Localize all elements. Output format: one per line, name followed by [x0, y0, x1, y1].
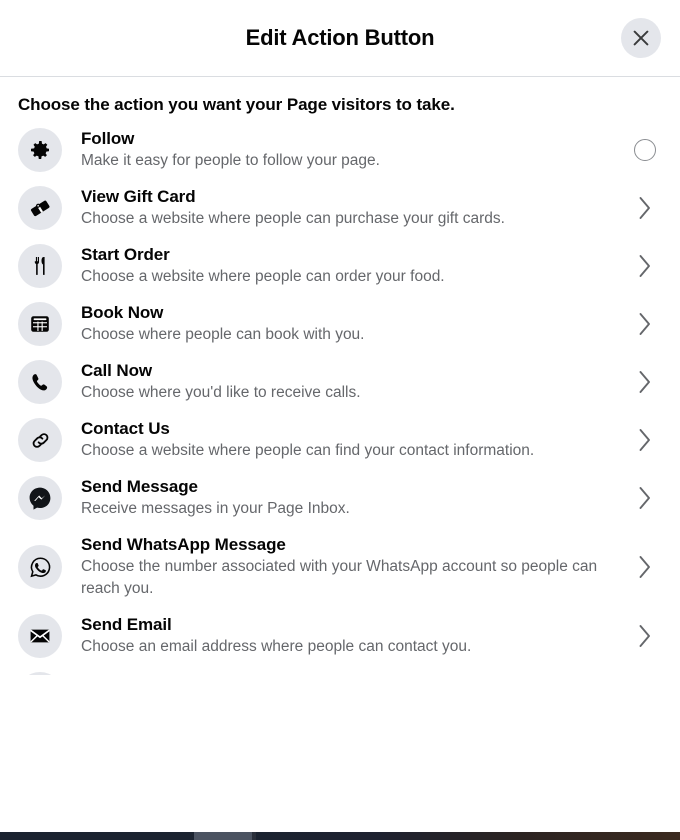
edit-action-button-dialog: Edit Action Button Choose the action you… [0, 0, 680, 840]
close-button[interactable] [621, 18, 661, 58]
option-row-start-order[interactable]: Start Order Choose a website where peopl… [0, 237, 680, 295]
taskbar-segment-left [0, 832, 194, 840]
option-title: Send Message [81, 477, 198, 496]
option-title: Send Email [81, 615, 172, 634]
close-icon [632, 29, 650, 47]
messenger-icon [18, 476, 62, 520]
taskbar-segment-active [194, 832, 252, 840]
calendar-icon [18, 302, 62, 346]
dialog-header: Edit Action Button [0, 0, 680, 77]
section-subtitle: Choose the action you want your Page vis… [18, 95, 455, 114]
chevron-right-icon[interactable] [630, 253, 660, 279]
option-description: Receive messages in your Page Inbox. [81, 500, 350, 517]
gift-card-icon [18, 186, 62, 230]
option-text: Start Order Choose a website where peopl… [81, 244, 630, 288]
option-title: Book Now [81, 303, 164, 322]
option-description: Choose a website where people can find y… [81, 442, 535, 459]
option-row-send-email[interactable]: Send Email Choose an email address where… [0, 607, 680, 665]
option-trailing[interactable] [630, 139, 660, 161]
option-text: Call Now Choose where you'd like to rece… [81, 360, 630, 404]
chevron-right-icon[interactable] [630, 369, 660, 395]
option-row-partial[interactable] [0, 665, 680, 675]
chevron-right-icon[interactable] [630, 623, 660, 649]
option-description: Choose a website where people can purcha… [81, 210, 505, 227]
option-row-view-gift-card[interactable]: View Gift Card Choose a website where pe… [0, 179, 680, 237]
page-title: Edit Action Button [245, 25, 435, 50]
option-row-send-whatsapp-message[interactable]: Send WhatsApp Message Choose the number … [0, 527, 680, 607]
option-title: Call Now [81, 361, 152, 380]
option-row-call-now[interactable]: Call Now Choose where you'd like to rece… [0, 353, 680, 411]
option-description: Choose a website where people can order … [81, 268, 445, 285]
chevron-right-icon[interactable] [630, 195, 660, 221]
option-description: Choose an email address where people can… [81, 638, 472, 655]
option-text: Send Email Choose an email address where… [81, 614, 630, 658]
os-taskbar-strip [0, 832, 680, 840]
option-text: Contact Us Choose a website where people… [81, 418, 630, 462]
option-row-book-now[interactable]: Book Now Choose where people can book wi… [0, 295, 680, 353]
chevron-right-icon[interactable] [630, 427, 660, 453]
radio-button-follow[interactable] [634, 139, 656, 161]
option-title: Follow [81, 129, 135, 148]
option-description: Make it easy for people to follow your p… [81, 152, 380, 169]
option-description: Choose where you'd like to receive calls… [81, 384, 361, 401]
partial-icon [18, 672, 62, 675]
envelope-icon [18, 614, 62, 658]
option-row-contact-us[interactable]: Contact Us Choose a website where people… [0, 411, 680, 469]
option-row-send-message[interactable]: Send Message Receive messages in your Pa… [0, 469, 680, 527]
taskbar-segment-right [256, 832, 680, 840]
option-description: Choose where people can book with you. [81, 326, 365, 343]
option-text: Send WhatsApp Message Choose the number … [81, 534, 630, 600]
option-title: View Gift Card [81, 187, 196, 206]
option-description: Choose the number associated with your W… [81, 558, 598, 597]
phone-icon [18, 360, 62, 404]
option-title: Start Order [81, 245, 170, 264]
option-title: Send WhatsApp Message [81, 535, 286, 554]
whatsapp-icon [18, 545, 62, 589]
option-row-follow[interactable]: Follow Make it easy for people to follow… [0, 121, 680, 179]
chevron-right-icon[interactable] [630, 485, 660, 511]
option-text: Book Now Choose where people can book wi… [81, 302, 630, 346]
fork-knife-icon [18, 244, 62, 288]
option-text: View Gift Card Choose a website where pe… [81, 186, 630, 230]
gear-icon [18, 128, 62, 172]
option-title: Contact Us [81, 419, 170, 438]
chevron-right-icon[interactable] [630, 554, 660, 580]
action-option-list: Follow Make it easy for people to follow… [0, 121, 680, 675]
link-icon [18, 418, 62, 462]
dialog-body: Choose the action you want your Page vis… [0, 77, 680, 840]
chevron-right-icon[interactable] [630, 311, 660, 337]
option-text: Follow Make it easy for people to follow… [81, 128, 630, 172]
option-text: Send Message Receive messages in your Pa… [81, 476, 630, 520]
